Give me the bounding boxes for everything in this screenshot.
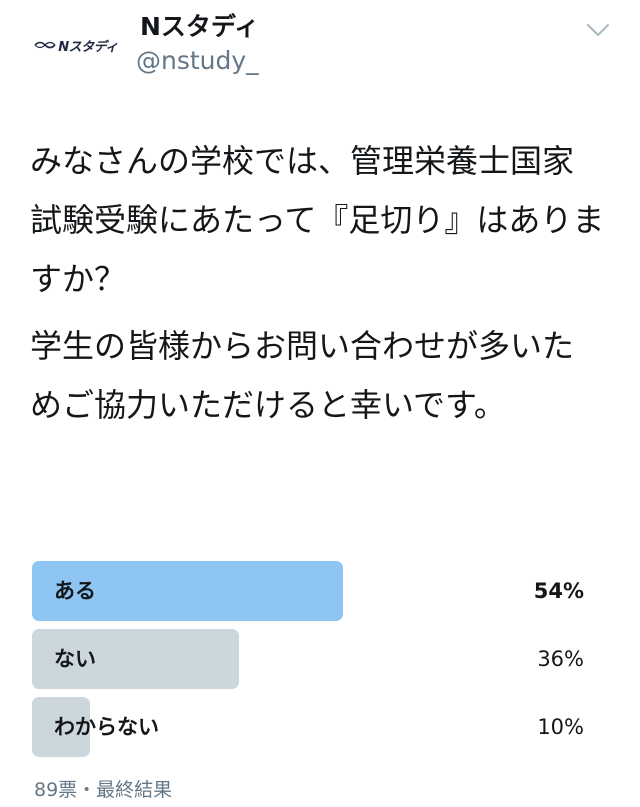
poll-footer: 89票・最終結果 bbox=[34, 779, 173, 801]
avatar-logo: Nスタディ bbox=[34, 36, 118, 55]
avatar-logo-text: Nスタディ bbox=[58, 39, 118, 55]
poll-option[interactable]: ある 54% bbox=[30, 561, 590, 621]
poll-option-label: わからない bbox=[54, 715, 159, 739]
poll-option-percent: 54% bbox=[533, 579, 584, 603]
tweet-paragraph: みなさんの学校では、管理栄養士国家試験受験にあたって『足切り』はありますか？ bbox=[30, 142, 605, 298]
poll: ある 54% ない 36% わからない 10% bbox=[30, 561, 590, 765]
poll-option-percent: 10% bbox=[537, 715, 584, 739]
display-name[interactable]: Nスタディ bbox=[140, 12, 259, 42]
poll-option[interactable]: わからない 10% bbox=[30, 697, 590, 757]
poll-option-percent: 36% bbox=[537, 647, 584, 671]
poll-option-label: ある bbox=[54, 579, 96, 603]
poll-option-label: ない bbox=[54, 647, 96, 671]
x-swoosh-icon bbox=[34, 41, 56, 49]
tweet-header: Nスタディ Nスタディ @nstudy_ bbox=[0, 0, 640, 100]
user-handle[interactable]: @nstudy_ bbox=[136, 46, 259, 76]
tweet-text: みなさんの学校では、管理栄養士国家試験受験にあたって『足切り』はありますか？ 学… bbox=[30, 132, 605, 435]
chevron-down-icon[interactable] bbox=[586, 22, 610, 38]
avatar[interactable]: Nスタディ bbox=[30, 14, 122, 76]
poll-option[interactable]: ない 36% bbox=[30, 629, 590, 689]
tweet-paragraph: 学生の皆様からお問い合わせが多いためご協力いただけると幸いです。 bbox=[30, 327, 575, 424]
